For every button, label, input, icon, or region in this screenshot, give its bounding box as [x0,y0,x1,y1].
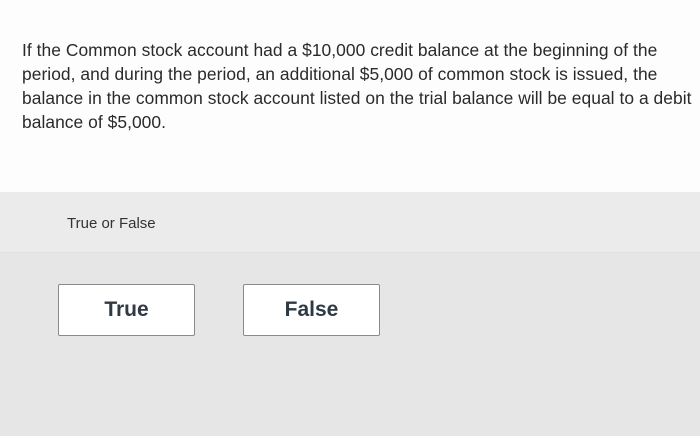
options-row: True False [0,253,700,436]
answer-panel: True or False True False [0,192,700,436]
question-section: If the Common stock account had a $10,00… [0,0,700,192]
answer-prompt: True or False [67,215,156,232]
prompt-row: True or False [0,192,700,252]
quiz-page: If the Common stock account had a $10,00… [0,0,700,436]
false-button[interactable]: False [243,284,380,336]
true-button[interactable]: True [58,284,195,336]
question-text: If the Common stock account had a $10,00… [22,40,692,132]
